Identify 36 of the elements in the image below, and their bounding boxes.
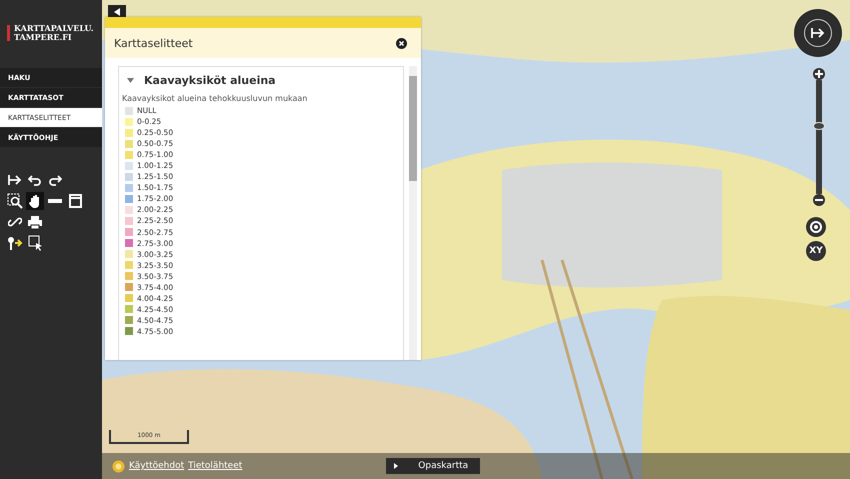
return-arrow-icon bbox=[8, 174, 22, 186]
pin-arrow-icon bbox=[7, 236, 23, 250]
section-header[interactable]: Kaavayksiköt alueina bbox=[122, 71, 276, 89]
caret-right-icon bbox=[394, 463, 398, 469]
tool-button[interactable] bbox=[6, 192, 24, 210]
footer-link[interactable]: Käyttöehdot bbox=[129, 461, 184, 471]
sun-logo-icon bbox=[112, 460, 125, 472]
close-icon bbox=[396, 38, 407, 48]
close-button[interactable] bbox=[396, 38, 407, 48]
printer-icon bbox=[28, 216, 42, 228]
minus-icon bbox=[815, 199, 823, 201]
tool-button[interactable] bbox=[26, 192, 44, 210]
footer-link[interactable]: Tietolähteet bbox=[188, 461, 242, 471]
tool-button[interactable] bbox=[26, 213, 44, 231]
logo-text: KARTTAPALVELU. TAMPERE.FI bbox=[14, 24, 94, 44]
return-arrow-icon bbox=[811, 27, 825, 39]
zoom-slider[interactable] bbox=[816, 80, 822, 194]
link-icon bbox=[8, 215, 22, 229]
logo-mark-icon bbox=[7, 25, 10, 41]
window-frame-icon bbox=[68, 194, 82, 208]
zoom-box-icon bbox=[7, 193, 23, 209]
caret-left-icon bbox=[114, 8, 120, 16]
target-icon bbox=[809, 220, 823, 234]
plus-icon bbox=[815, 70, 823, 78]
select-cursor-icon bbox=[28, 235, 42, 251]
guide-map-button[interactable]: Opaskartta bbox=[386, 458, 480, 474]
legend-subtitle: Kaavayksikot alueina tehokkuusluvun mukaan bbox=[122, 94, 308, 105]
tool-button[interactable] bbox=[26, 234, 44, 252]
scrollbar[interactable] bbox=[409, 66, 417, 360]
redo-icon bbox=[48, 174, 62, 186]
tool-button[interactable] bbox=[6, 234, 24, 252]
caret-icon bbox=[127, 78, 134, 82]
hand-icon bbox=[28, 194, 42, 208]
undo-icon bbox=[28, 174, 42, 186]
tool-button[interactable] bbox=[66, 192, 84, 210]
panel-title: Karttaselitteet bbox=[114, 36, 193, 50]
